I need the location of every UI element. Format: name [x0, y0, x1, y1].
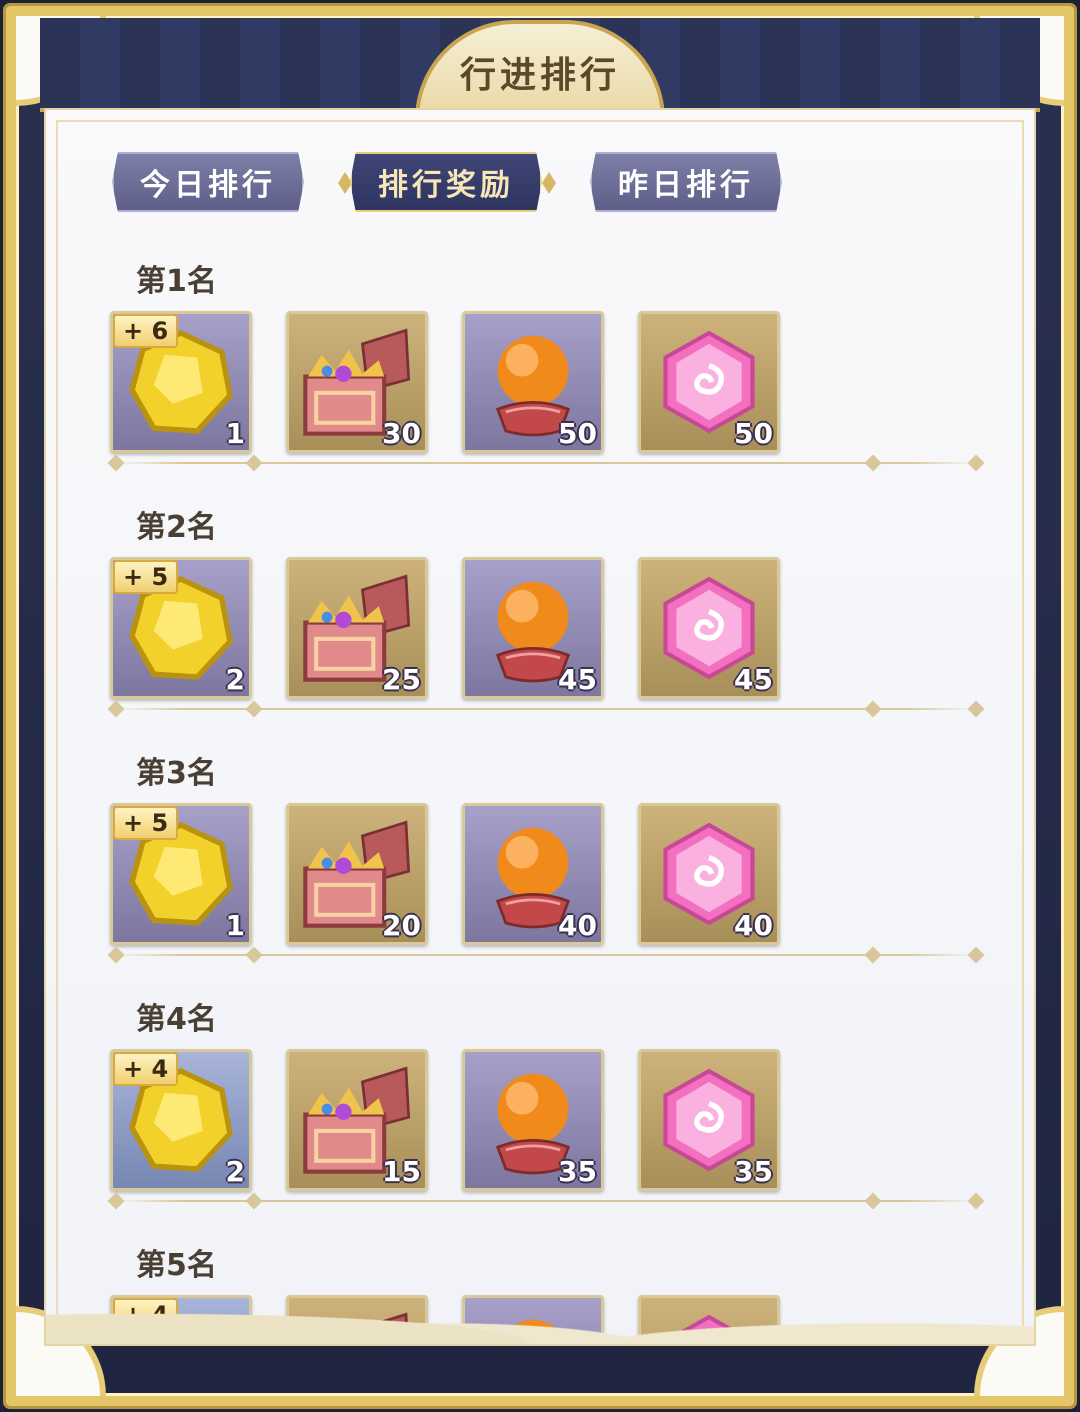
- enhance-badge: + 4: [113, 1052, 179, 1086]
- item-count: 35: [558, 1155, 597, 1188]
- enhance-badge: + 5: [113, 560, 179, 594]
- reward-panel[interactable]: 今日排行 排行奖励 昨日排行 第1名 + 6 1 30 50 50 第2名 + 5 2 25 45 4…: [44, 108, 1036, 1346]
- reward-item[interactable]: 15: [286, 1049, 428, 1191]
- rank-title: 第3名: [136, 756, 217, 791]
- item-count: 35: [734, 1155, 773, 1188]
- tab-wing-icon: [338, 172, 352, 194]
- item-count: 15: [382, 1155, 421, 1188]
- reward-item[interactable]: + 6 1: [110, 311, 252, 453]
- reward-item[interactable]: 25: [286, 557, 428, 699]
- reward-item[interactable]: 35: [638, 1049, 780, 1191]
- item-count: 2: [225, 663, 245, 696]
- item-count: 40: [734, 909, 773, 942]
- reward-item[interactable]: + 5 2: [110, 557, 252, 699]
- reward-item[interactable]: + 4 2: [110, 1049, 252, 1191]
- tab-today-ranking[interactable]: 今日排行: [112, 152, 304, 212]
- rank-divider: [107, 454, 985, 472]
- item-count: 45: [734, 663, 773, 696]
- reward-item[interactable]: 20: [286, 803, 428, 945]
- tab-ranking-rewards[interactable]: 排行奖励: [350, 152, 542, 212]
- reward-item[interactable]: 30: [286, 311, 428, 453]
- reward-item[interactable]: 50: [462, 311, 604, 453]
- rank-divider: [107, 700, 985, 718]
- item-count: 1: [225, 909, 245, 942]
- rank-title: 第1名: [136, 264, 217, 299]
- rank-title: 第4名: [136, 1002, 217, 1037]
- item-count: 50: [734, 417, 773, 450]
- rank-divider: [107, 1192, 985, 1210]
- reward-item[interactable]: 40: [638, 803, 780, 945]
- reward-item[interactable]: 45: [638, 557, 780, 699]
- item-count: 25: [382, 663, 421, 696]
- reward-item[interactable]: 45: [462, 557, 604, 699]
- reward-item[interactable]: 35: [462, 1049, 604, 1191]
- item-count: 30: [382, 417, 421, 450]
- tab-yesterday-ranking[interactable]: 昨日排行: [590, 152, 782, 212]
- item-count: 50: [558, 417, 597, 450]
- page-title: 行进排行: [459, 55, 620, 96]
- reward-item[interactable]: 40: [462, 803, 604, 945]
- item-count: 20: [382, 909, 421, 942]
- item-count: 2: [225, 1155, 245, 1188]
- enhance-badge: + 6: [113, 314, 179, 348]
- cloud-decoration: [46, 1274, 1034, 1344]
- tab-wing-icon: [542, 172, 556, 194]
- item-count: 1: [225, 417, 245, 450]
- item-count: 40: [558, 909, 597, 942]
- reward-item[interactable]: + 5 1: [110, 803, 252, 945]
- rank-divider: [107, 946, 985, 964]
- item-count: 45: [558, 663, 597, 696]
- reward-item[interactable]: 50: [638, 311, 780, 453]
- rank-title: 第2名: [136, 510, 217, 545]
- enhance-badge: + 5: [113, 806, 179, 840]
